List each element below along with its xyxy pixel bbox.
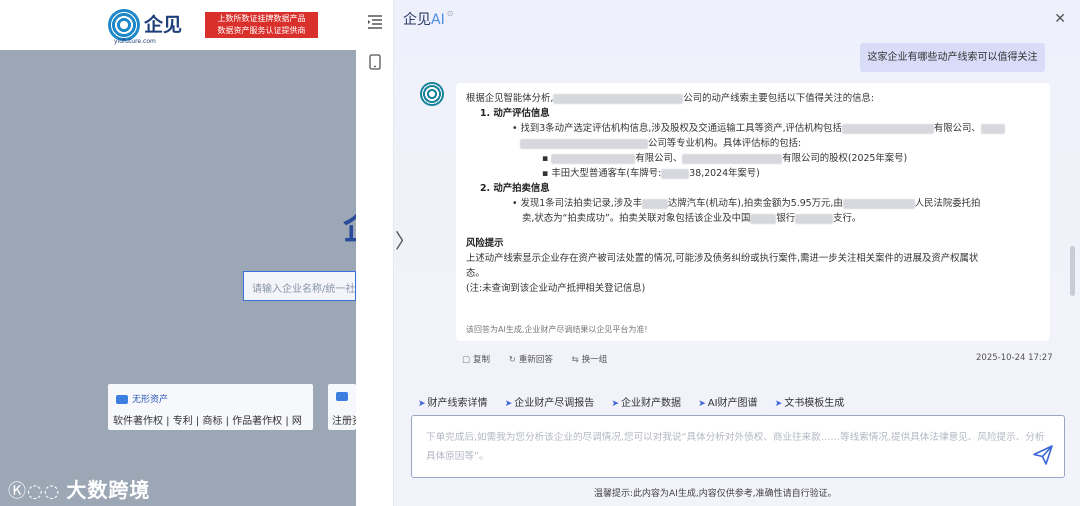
answer-disclaimer: 该回答为AI生成,企业财产尽调结果以企见平台为准! — [466, 325, 648, 334]
chat-input-placeholder: 下单完成后,如需我为您分析该企业的尽调情况,您可以对我说“具体分析对外债权、商业… — [426, 432, 1045, 462]
send-arrow-icon: ➤ — [698, 399, 706, 409]
quick-link-due-diligence-report[interactable]: ➤ 企业财产尽调报告 — [505, 398, 595, 409]
redacted-text — [641, 198, 668, 209]
redacted-text — [980, 123, 1005, 134]
redacted-text — [661, 168, 690, 179]
risk-title: 风险提示 — [466, 238, 504, 249]
card-title: 无形资产 — [132, 395, 169, 405]
redacted-text — [553, 93, 684, 104]
regenerate-button[interactable]: ↻ 重新回答 — [509, 355, 553, 365]
quick-links: ➤ 财产线索详情 ➤ 企业财产尽调报告 ➤ 企业财产数据 ➤ AI财产图谱 ➤ 文书模板生… — [418, 394, 858, 409]
card-links[interactable]: 软件著作权 | 专利 | 商标 | 作品著作权 | 网 — [113, 412, 302, 427]
badge-line-1: 上数所数证挂牌数据产品 — [217, 14, 306, 23]
sub-list-item: ▪ 有限公司、 有限公司的股权(2025年案号) — [542, 153, 908, 164]
risk-text: 上述动产线索显示企业存在资产被司法处置的情况,可能涉及债务纠纷或执行案件,需进一… — [466, 253, 979, 264]
panel-title: 企见AI ⊙ — [403, 9, 453, 29]
beta-marker-icon: ⊙ — [446, 9, 454, 18]
list-item-cont: 公司等专业机构。具体评估标的包括: — [466, 136, 1040, 151]
quick-link-ai-asset-graph[interactable]: ➤ AI财产图谱 — [698, 398, 757, 409]
redacted-text — [682, 153, 783, 164]
site-logo-icon — [108, 9, 140, 41]
copy-icon: ▢ — [462, 355, 471, 365]
quick-link-asset-data[interactable]: ➤ 企业财产数据 — [611, 398, 681, 409]
intangible-assets-card[interactable]: 无形资产 软件著作权 | 专利 | 商标 | 作品著作权 | 网 — [108, 384, 313, 430]
watermark: Ⓚ◌◌ 大数跨境 — [8, 474, 150, 503]
collapse-panel-chevron-icon[interactable]: 〉 — [395, 225, 415, 254]
registered-capital-card[interactable]: 注册资 — [328, 384, 362, 430]
assets-icon — [116, 395, 128, 404]
company-search-input[interactable]: 请输入企业名称/统一社 — [243, 271, 356, 301]
answer-actions: ▢ 复制 ↻ 重新回答 ⇆ 换一组 — [462, 353, 623, 365]
redacted-text — [842, 198, 915, 209]
side-rail — [356, 0, 394, 506]
redacted-text — [520, 138, 648, 149]
user-message: 这家企业有哪些动产线索可以值得关注 — [860, 43, 1045, 72]
redacted-text — [551, 153, 636, 164]
quick-link-document-template[interactable]: ➤ 文书模板生成 — [775, 398, 845, 409]
send-arrow-icon: ➤ — [611, 399, 620, 409]
redacted-text — [750, 213, 777, 224]
watermark-text: 大数跨境 — [66, 478, 151, 502]
answer-timestamp: 2025-10-24 17:27 — [976, 353, 1053, 363]
switch-icon: ⇆ — [571, 355, 579, 365]
mobile-icon[interactable] — [367, 54, 383, 74]
site-domain: yidfuture.com — [114, 38, 156, 45]
capital-icon — [336, 392, 348, 401]
send-icon[interactable] — [1030, 444, 1056, 470]
site-header: 企见 yidfuture.com 上数所数证挂牌数据产品 数据资产服务认证提供商 — [0, 0, 356, 50]
sub-list-item: ▪ 丰田大型普通客车(车牌号: 38,2024年案号) — [542, 168, 760, 179]
switch-batch-button[interactable]: ⇆ 换一组 — [572, 355, 608, 365]
risk-text: 态。 — [466, 268, 485, 279]
section-title: 2. 动产拍卖信息 — [480, 183, 550, 194]
redacted-text — [841, 123, 934, 134]
watermark-logo-icon: Ⓚ◌◌ — [8, 481, 61, 502]
refresh-icon: ↻ — [508, 355, 516, 365]
answer-intro: 根据企见智能体分析, 公司的动产线索主要包括以下值得关注的信息: — [466, 93, 875, 104]
send-arrow-icon: ➤ — [418, 399, 426, 409]
redacted-text — [795, 213, 834, 224]
footer-tip: 温馨提示:此内容为AI生成,内容仅供参考,准确性请自行验证。 — [594, 489, 837, 499]
ai-answer-card: 根据企见智能体分析, 公司的动产线索主要包括以下值得关注的信息: 1. 动产评估信… — [456, 83, 1050, 341]
copy-button[interactable]: ▢ 复制 — [462, 355, 490, 365]
risk-note: (注:未查询到该企业动产抵押相关登记信息) — [466, 283, 646, 294]
list-item: • 找到3条动产选定评估机构信息,涉及股权及交通运输工具等资产,评估机构包括 有限… — [466, 121, 1040, 136]
section-title: 1. 动产评估信息 — [480, 108, 550, 119]
send-arrow-icon: ➤ — [774, 399, 783, 409]
close-icon[interactable]: ✕ — [1054, 11, 1066, 27]
list-item: • 发现1条司法拍卖记录,涉及丰 达牌汽车(机动车),拍卖金额为5.95万元,由人… — [512, 198, 981, 209]
site-brand: 企见 — [144, 14, 183, 36]
quick-link-asset-clues[interactable]: ➤ 财产线索详情 — [418, 398, 488, 409]
certification-badge: 上数所数证挂牌数据产品 数据资产服务认证提供商 — [205, 12, 318, 38]
background-page: 企见 yidfuture.com 上数所数证挂牌数据产品 数据资产服务认证提供商… — [0, 0, 377, 506]
menu-toggle-icon[interactable] — [367, 15, 383, 33]
panel-title-main: 企见 — [403, 12, 431, 28]
badge-line-2: 数据资产服务认证提供商 — [217, 26, 306, 35]
list-item-cont: 卖,状态为“拍卖成功”。拍卖关联对象包括该企业及中国 银行 支行。 — [522, 213, 862, 224]
send-arrow-icon: ➤ — [504, 399, 513, 409]
scrollbar[interactable] — [1070, 246, 1075, 296]
chat-input[interactable]: 下单完成后,如需我为您分析该企业的尽调情况,您可以对我说“具体分析对外债权、商业… — [411, 415, 1065, 478]
panel-title-ai: AI — [431, 12, 445, 28]
bot-avatar-icon — [420, 82, 444, 106]
ai-assistant-panel: 〉 企见AI ⊙ ✕ 这家企业有哪些动产线索可以值得关注 根据企见智能体分析, 公司… — [356, 0, 1080, 506]
